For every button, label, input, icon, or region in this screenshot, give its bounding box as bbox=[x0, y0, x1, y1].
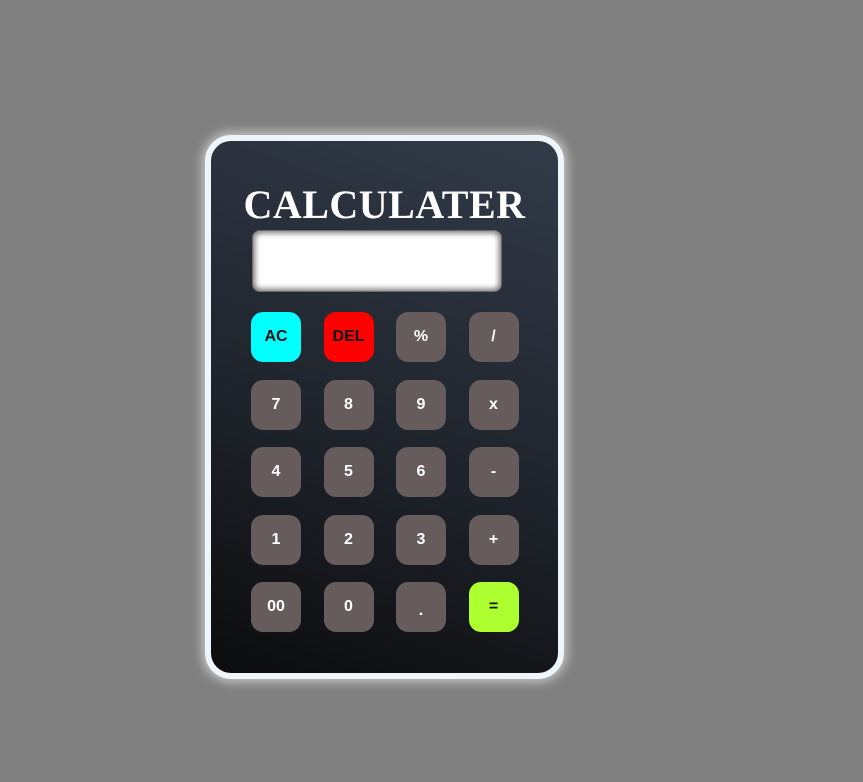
digit-5-button[interactable]: 5 bbox=[323, 447, 374, 497]
digit-8-button[interactable]: 8 bbox=[323, 379, 374, 430]
decimal-point-button[interactable]: . bbox=[396, 582, 446, 632]
calculator-display[interactable] bbox=[252, 230, 502, 292]
digit-0-button[interactable]: 0 bbox=[323, 582, 374, 632]
digit-4-button[interactable]: 4 bbox=[251, 447, 301, 497]
digit-7-button[interactable]: 7 bbox=[251, 379, 301, 430]
equals-button[interactable]: = bbox=[468, 582, 519, 632]
subtract-button[interactable]: - bbox=[468, 447, 519, 497]
percent-button[interactable]: % bbox=[396, 312, 446, 362]
multiply-button[interactable]: x bbox=[468, 379, 519, 430]
calculator: CALCULATER AC DEL % / 7 8 9 x 4 5 6 - 1 … bbox=[205, 135, 564, 679]
del-button[interactable]: DEL bbox=[323, 312, 374, 362]
calculator-title: CALCULATER bbox=[243, 182, 526, 227]
digit-1-button[interactable]: 1 bbox=[251, 514, 301, 565]
add-button[interactable]: + bbox=[468, 514, 519, 565]
ac-button[interactable]: AC bbox=[251, 312, 301, 362]
divide-button[interactable]: / bbox=[468, 312, 519, 362]
digit-2-button[interactable]: 2 bbox=[323, 514, 374, 565]
digit-9-button[interactable]: 9 bbox=[396, 379, 446, 430]
digit-6-button[interactable]: 6 bbox=[396, 447, 446, 497]
double-zero-button[interactable]: 00 bbox=[251, 582, 301, 632]
keypad: AC DEL % / 7 8 9 x 4 5 6 - 1 2 3 + 00 0 … bbox=[251, 312, 519, 632]
digit-3-button[interactable]: 3 bbox=[396, 514, 446, 565]
